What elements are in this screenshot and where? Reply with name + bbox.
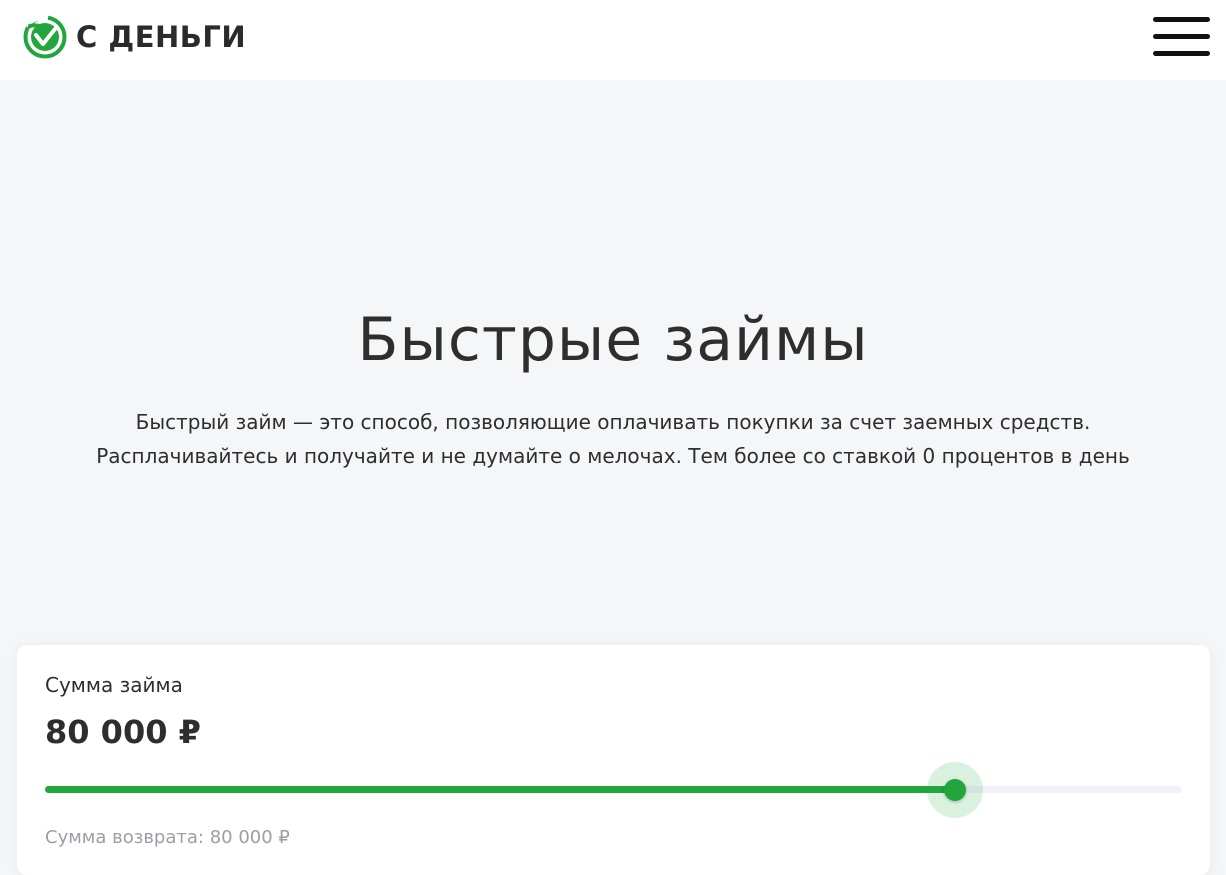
hamburger-menu-icon[interactable] (1153, 17, 1210, 56)
loan-amount-label: Сумма займа (45, 673, 183, 697)
return-amount: Сумма возврата: 80 000 ₽ (45, 827, 290, 848)
loan-calculator-card: Сумма займа 80 000 ₽ Сумма возврата: 80 … (17, 645, 1210, 875)
slider-thumb[interactable] (944, 779, 966, 801)
loan-amount-slider[interactable] (45, 760, 1182, 820)
slider-fill (45, 786, 955, 793)
hero-description-line-1: Быстрый займ — это способ, позволяющие о… (135, 410, 1091, 434)
brand-check-circle-icon (23, 15, 67, 59)
menu-bar (1153, 34, 1210, 39)
logo[interactable]: С ДЕНЬГИ (22, 14, 246, 60)
hero-description: Быстрый займ — это способ, позволяющие о… (0, 405, 1226, 473)
hero-description-line-2: Расплачивайтесь и получайте и не думайте… (96, 444, 1130, 468)
site-header: С ДЕНЬГИ (0, 0, 1226, 80)
logo-text: С ДЕНЬГИ (76, 20, 247, 54)
page-title: Быстрые займы (357, 305, 869, 375)
menu-bar (1153, 51, 1210, 56)
loan-amount-value: 80 000 ₽ (45, 713, 201, 751)
menu-bar (1153, 17, 1210, 22)
